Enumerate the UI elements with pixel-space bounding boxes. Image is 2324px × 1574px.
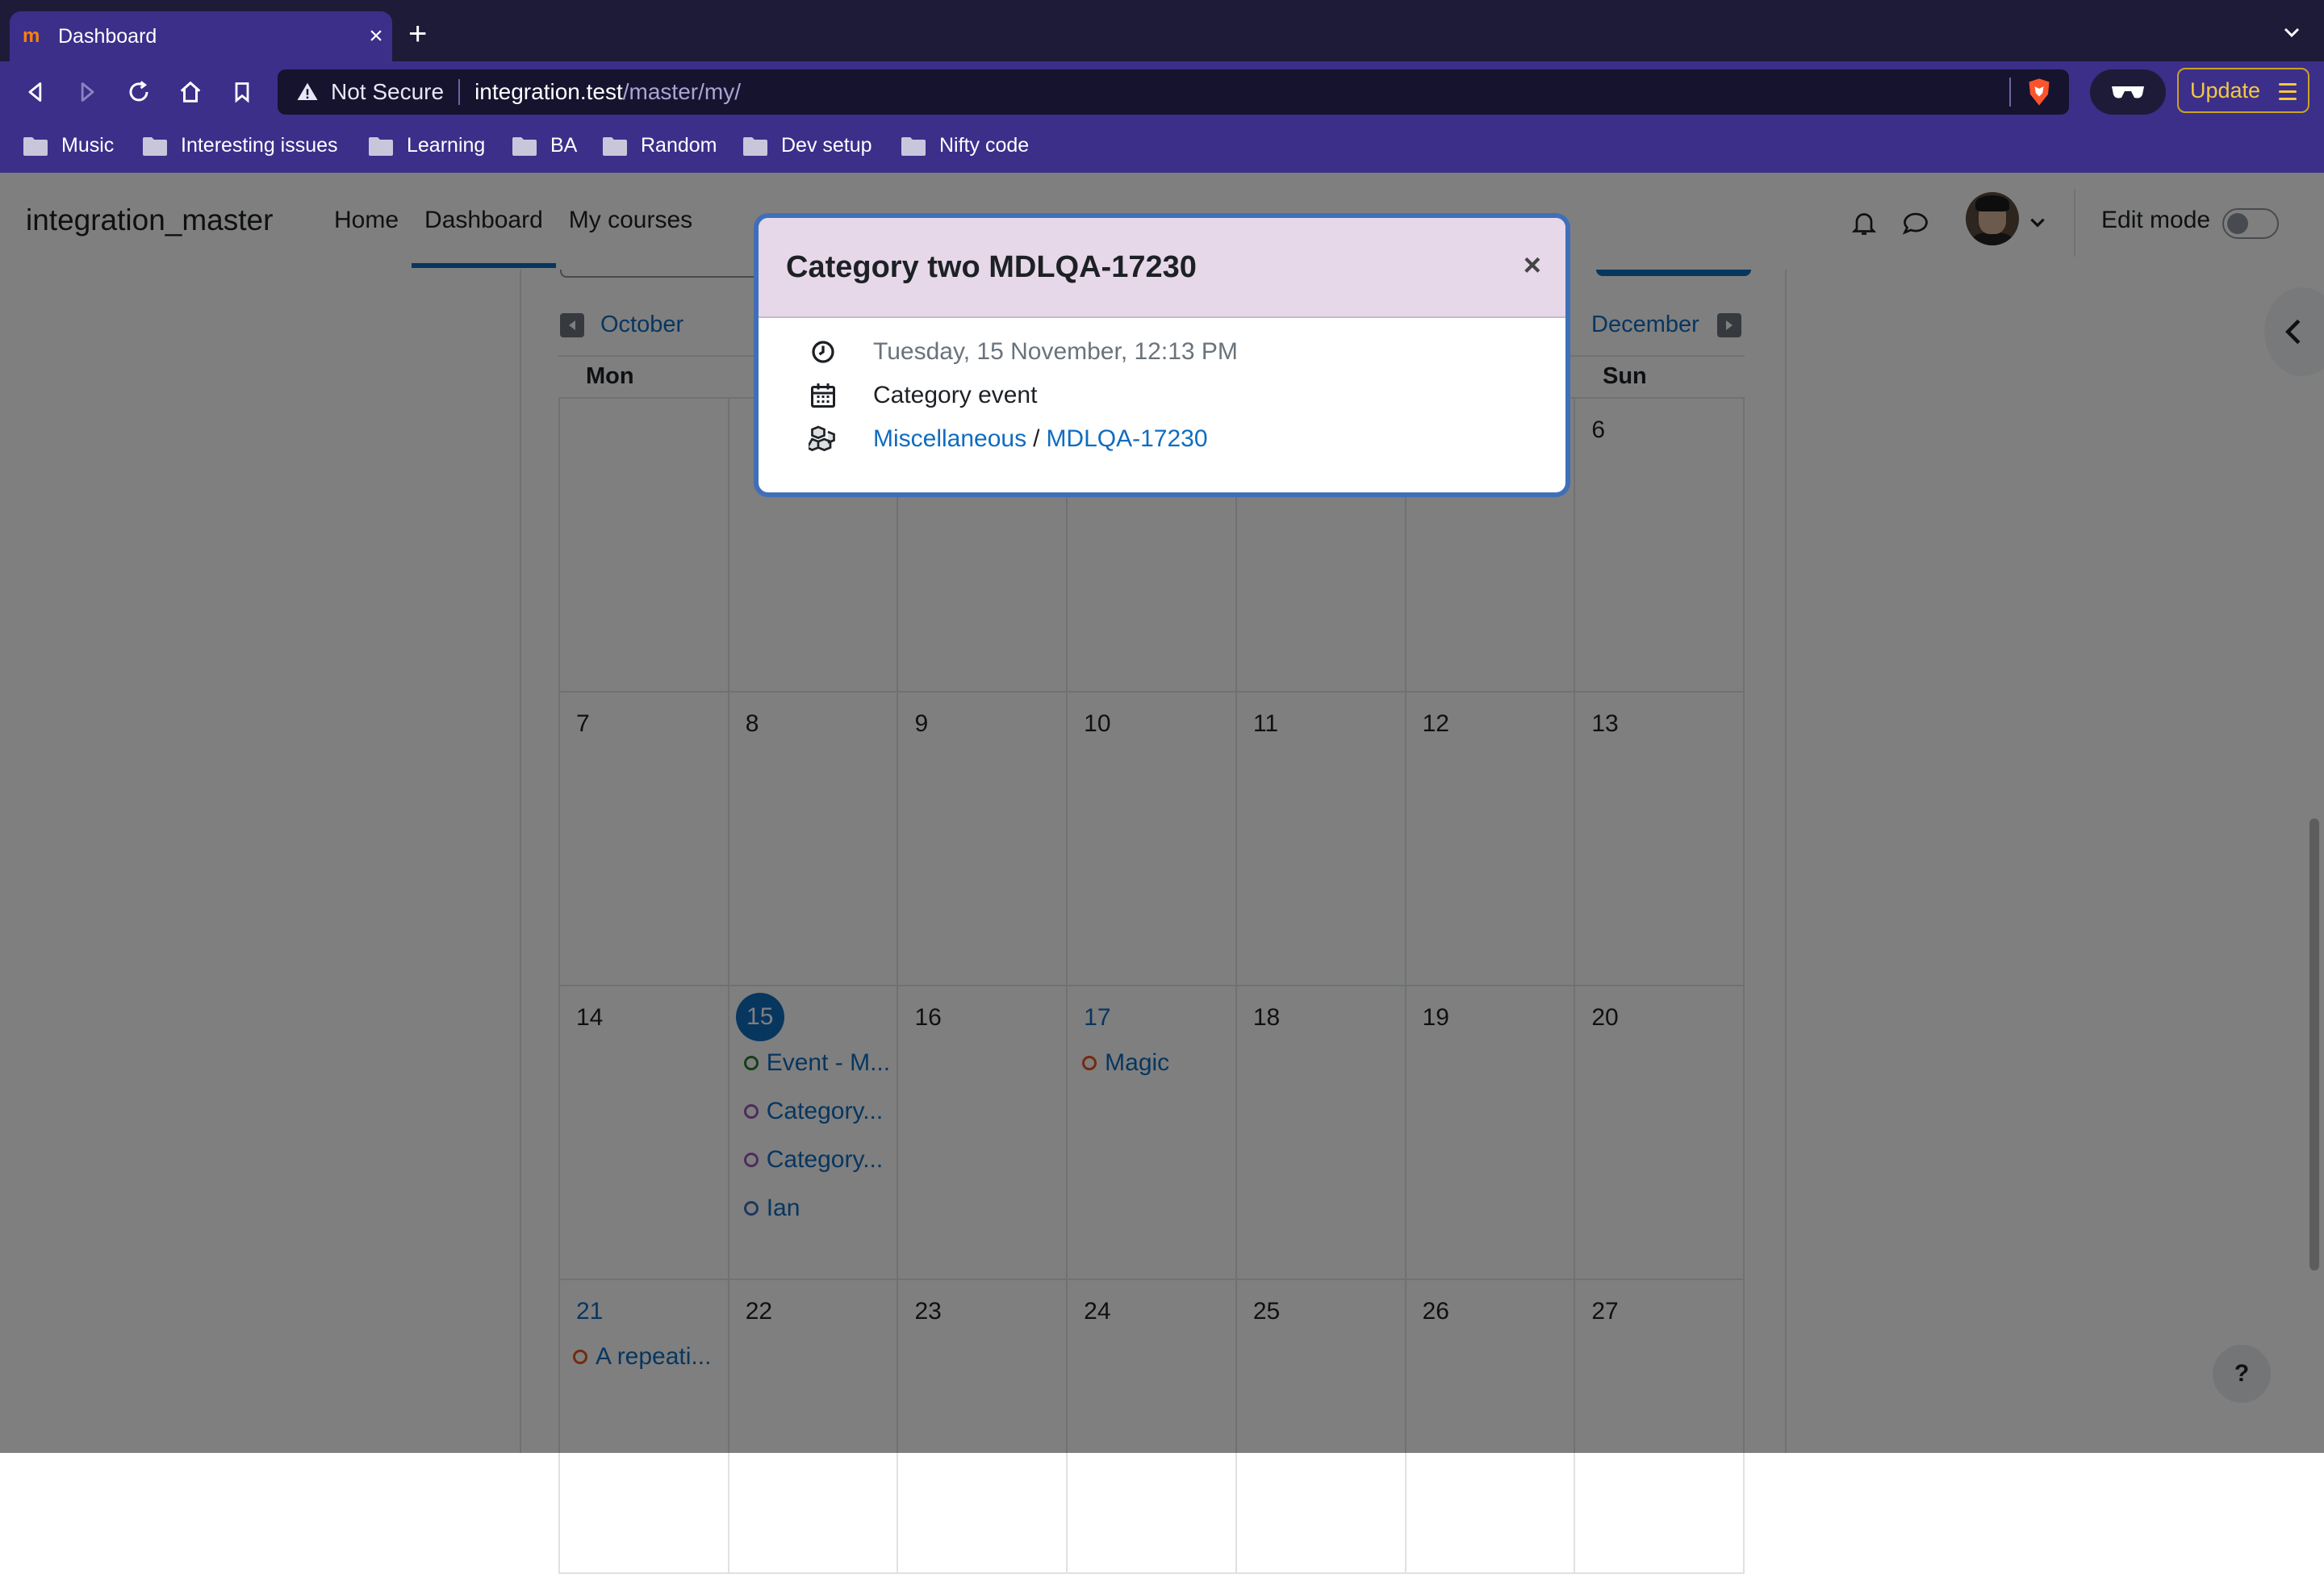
modal-header: Category two MDLQA-17230 × bbox=[759, 218, 1565, 318]
tab-close-icon[interactable]: × bbox=[360, 23, 392, 50]
update-label: Update bbox=[2190, 77, 2261, 103]
course-link[interactable]: MDLQA-17230 bbox=[1046, 425, 1207, 453]
bookmark-folder[interactable]: Dev setup bbox=[742, 134, 872, 157]
category-link[interactable]: Miscellaneous bbox=[873, 425, 1026, 453]
brave-shields-icon[interactable] bbox=[2025, 77, 2053, 107]
new-tab-button[interactable]: + bbox=[408, 18, 427, 50]
chevron-down-icon[interactable] bbox=[2282, 23, 2301, 42]
moodle-favicon-icon: m bbox=[23, 25, 40, 47]
reload-icon[interactable] bbox=[123, 76, 155, 108]
bookmark-folder[interactable]: Random bbox=[602, 134, 717, 157]
bookmark-label: BA bbox=[550, 134, 578, 157]
bookmark-label: Music bbox=[61, 134, 115, 157]
bookmark-folder[interactable]: Learning bbox=[368, 134, 485, 157]
folder-icon bbox=[23, 136, 48, 156]
browser-tab-bar: m Dashboard × + bbox=[0, 0, 2324, 61]
event-datetime-row: Tuesday, 15 November, 12:13 PM bbox=[809, 337, 1238, 366]
folder-icon bbox=[143, 136, 167, 156]
home-icon[interactable] bbox=[174, 76, 207, 108]
url-path: /master/my/ bbox=[622, 79, 741, 104]
event-datetime: Tuesday, 15 November, 12:13 PM bbox=[873, 338, 1238, 365]
update-button[interactable]: Update bbox=[2177, 68, 2309, 113]
bookmark-folder[interactable]: Nifty code bbox=[901, 134, 1029, 157]
security-status[interactable]: Not Secure bbox=[331, 79, 444, 105]
modal-close-button[interactable]: × bbox=[1524, 249, 1541, 283]
bookmark-icon[interactable] bbox=[226, 76, 258, 108]
browser-tab-dashboard[interactable]: m Dashboard × bbox=[10, 11, 392, 61]
folder-icon bbox=[603, 136, 627, 156]
vr-glasses-icon[interactable] bbox=[2090, 69, 2166, 115]
folder-icon bbox=[901, 136, 926, 156]
bookmark-label: Interesting issues bbox=[181, 134, 338, 157]
warning-icon[interactable] bbox=[295, 80, 320, 104]
back-icon[interactable] bbox=[19, 76, 52, 108]
address-bar[interactable]: Not Secure integration.test/master/my/ bbox=[278, 69, 2069, 115]
hamburger-menu-icon bbox=[2279, 83, 2297, 105]
folder-icon bbox=[369, 136, 393, 156]
modal-title: Category two MDLQA-17230 bbox=[786, 250, 1197, 284]
event-type: Category event bbox=[873, 382, 1038, 408]
clock-icon bbox=[812, 341, 834, 363]
folder-icon bbox=[743, 136, 767, 156]
tab-title: Dashboard bbox=[58, 24, 157, 48]
event-category-row: Miscellaneous / MDLQA-17230 bbox=[809, 425, 1208, 454]
event-type-row: Category event bbox=[809, 381, 1037, 410]
bookmarks-bar: Music Interesting issues Learning BA Ran… bbox=[0, 123, 2324, 173]
url-divider bbox=[2009, 77, 2011, 107]
cubes-icon bbox=[809, 425, 835, 451]
bookmark-folder[interactable]: Music bbox=[23, 134, 114, 157]
bookmark-label: Dev setup bbox=[781, 134, 872, 157]
event-details-modal: Category two MDLQA-17230 × Tuesday, 15 N… bbox=[759, 218, 1565, 492]
folder-icon bbox=[512, 136, 537, 156]
bookmark-label: Random bbox=[641, 134, 717, 157]
url-host: integration.test bbox=[474, 79, 623, 104]
forward-icon[interactable] bbox=[71, 76, 103, 108]
bookmark-label: Learning bbox=[407, 134, 486, 157]
calendar-icon bbox=[811, 383, 835, 408]
bookmark-folder[interactable]: BA bbox=[512, 134, 577, 157]
url-separator bbox=[458, 79, 461, 105]
breadcrumb-separator: / bbox=[1033, 425, 1040, 452]
bookmark-folder[interactable]: Interesting issues bbox=[142, 134, 338, 157]
browser-toolbar: Not Secure integration.test/master/my/ U… bbox=[0, 61, 2324, 123]
bookmark-label: Nifty code bbox=[939, 134, 1030, 157]
